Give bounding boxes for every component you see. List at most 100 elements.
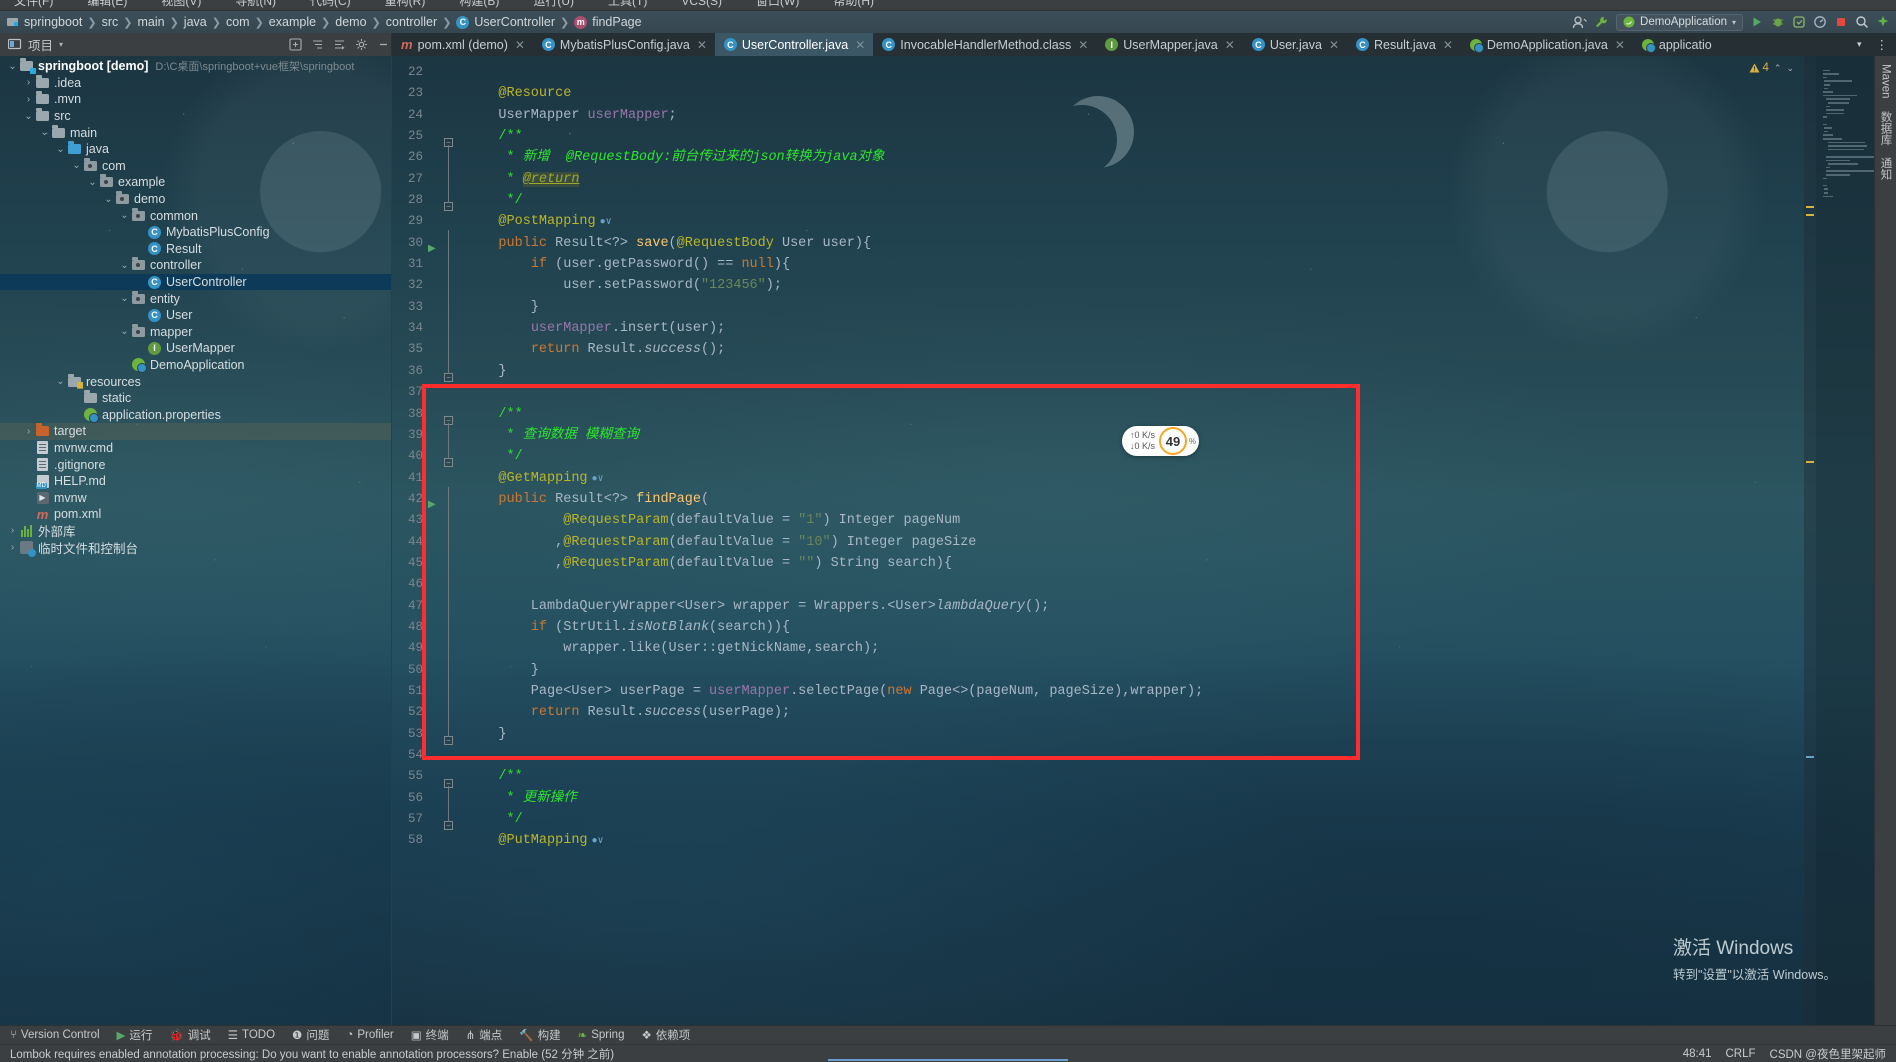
toolwindow-button-profiler[interactable]: ◔ Profiler <box>346 1029 393 1041</box>
editor-gutter[interactable]: 22 23 24 25 26 27 28 29 30 31 32 33 34 35 36 37 38 39 40 41… <box>392 56 466 1025</box>
editor-minimap[interactable] <box>1816 56 1874 1025</box>
code-line[interactable] <box>466 745 1804 766</box>
code-line[interactable]: return Result.success(userPage); <box>466 702 1804 723</box>
chevron-down-icon[interactable]: ⌄ <box>54 144 67 155</box>
tree-node--gitignore[interactable]: .gitignore <box>0 456 391 473</box>
chevron-down-icon[interactable]: ⌄ <box>6 61 19 72</box>
close-icon[interactable]: ✕ <box>1329 38 1339 52</box>
code-line[interactable]: /** <box>466 126 1804 147</box>
status-line-separator[interactable]: CRLF <box>1726 1048 1756 1060</box>
editor-tab-demoapplication[interactable]: DemoApplication.java ✕ <box>1461 33 1633 56</box>
tree-node-target[interactable]: › target <box>0 423 391 440</box>
code-line[interactable]: @GetMapping ●∨ <box>466 468 1804 489</box>
chevron-down-icon[interactable]: ⌄ <box>70 160 83 171</box>
user-account-icon[interactable] <box>1572 15 1587 29</box>
code-line[interactable] <box>466 62 1804 83</box>
chevron-down-icon[interactable]: ⌄ <box>118 326 131 337</box>
toolwindow-button-run[interactable]: ▶ 运行 <box>117 1027 153 1043</box>
settings-icon[interactable] <box>353 37 369 53</box>
status-message[interactable]: Lombok requires enabled annotation proce… <box>10 1046 614 1062</box>
tree-node-mapper[interactable]: ⌄ mapper <box>0 323 391 341</box>
breadcrumb-item-method[interactable]: m findPage <box>571 15 644 29</box>
run-method-gutter-icon[interactable]: ▶ <box>428 499 436 510</box>
breadcrumb-item-demo[interactable]: demo <box>332 15 369 29</box>
menu-item-build[interactable]: 构建(B) <box>459 0 499 7</box>
expand-all-icon[interactable] <box>287 37 303 53</box>
chevron-down-icon[interactable]: ⌄ <box>86 177 99 188</box>
tree-node-usermapper[interactable]: I UserMapper <box>0 340 391 357</box>
editor-tab-mybatisplusconfig[interactable]: C MybatisPlusConfig.java ✕ <box>533 33 715 56</box>
code-line[interactable]: /** <box>466 404 1804 425</box>
code-line[interactable]: @RequestParam(defaultValue = "1") Intege… <box>466 510 1804 531</box>
toolwindow-button-dependencies[interactable]: ❖ 依赖项 <box>641 1027 690 1043</box>
toolwindow-button-terminal[interactable]: ▣ 终端 <box>411 1027 449 1043</box>
toolwindow-button-database[interactable]: 数据库 <box>1878 111 1894 146</box>
menu-item-window[interactable]: 窗口(W) <box>756 0 799 7</box>
menu-bar[interactable]: 文件(F) 编辑(E) 视图(V) 导航(N) 代码(C) 重构(R) 构建(B… <box>0 0 1896 11</box>
breadcrumb-item-java[interactable]: java <box>181 15 210 29</box>
debug-icon[interactable] <box>1771 15 1785 29</box>
project-tree[interactable]: ⌄ springboot [demo] D:\C桌面\springboot+vue框… <box>0 56 392 1025</box>
code-line[interactable]: public Result<?> findPage( <box>466 489 1804 510</box>
menu-item-navigate[interactable]: 导航(N) <box>235 0 276 7</box>
toolwindow-button-problems[interactable]: ❶ 问题 <box>292 1027 329 1043</box>
tree-node-example[interactable]: ⌄ example <box>0 174 391 191</box>
tree-node-mvnw-cmd[interactable]: mvnw.cmd <box>0 440 391 457</box>
close-icon[interactable]: ✕ <box>1615 38 1625 52</box>
chevron-right-icon[interactable]: › <box>6 525 19 536</box>
code-line[interactable]: wrapper.like(User::getNickName,search); <box>466 638 1804 659</box>
tree-node-application-properties[interactable]: application.properties <box>0 406 391 424</box>
editor-tab-usercontroller[interactable]: C UserController.java ✕ <box>714 33 874 56</box>
stop-icon[interactable] <box>1834 15 1848 29</box>
breadcrumb-item-example[interactable]: example <box>266 15 319 29</box>
chevron-down-icon[interactable]: ⌄ <box>1786 63 1794 74</box>
wrench-icon[interactable] <box>1594 15 1609 29</box>
tab-list-button[interactable]: ▾ <box>1851 33 1868 56</box>
tree-node--idea[interactable]: › .idea <box>0 74 391 92</box>
tree-node-mvnw[interactable]: ▶ mvnw <box>0 489 391 506</box>
menu-item-view[interactable]: 视图(V) <box>161 0 201 7</box>
code-line[interactable]: */ <box>466 809 1804 830</box>
chevron-down-icon[interactable]: ⌄ <box>102 194 115 205</box>
ai-assistant-icon[interactable] <box>1876 15 1890 29</box>
tree-node-help-md[interactable]: HELP.md <box>0 473 391 490</box>
chevron-down-icon[interactable]: ⌄ <box>22 111 35 122</box>
toolwindow-button-spring[interactable]: ❧ Spring <box>578 1028 625 1042</box>
fold-marker[interactable]: − <box>444 821 453 831</box>
chevron-down-icon[interactable]: ⌄ <box>54 376 67 387</box>
code-line[interactable]: @Resource <box>466 83 1804 104</box>
code-line[interactable]: * 新增 @RequestBody:前台传过来的json转换为java对象 <box>466 147 1804 168</box>
tree-node-controller[interactable]: ⌄ controller <box>0 257 391 274</box>
fold-marker[interactable]: − <box>444 372 453 382</box>
tree-node-demoapplication[interactable]: DemoApplication <box>0 357 391 374</box>
tree-node-mybatisplusconfig[interactable]: C MybatisPlusConfig <box>0 224 391 241</box>
close-icon[interactable]: ✕ <box>855 38 865 52</box>
right-toolwindow-strip[interactable]: Maven 数据库 通知 <box>1874 56 1896 1025</box>
menu-item-code[interactable]: 代码(C) <box>310 0 351 7</box>
code-line[interactable]: /** <box>466 766 1804 787</box>
code-line[interactable]: return Result.success(); <box>466 339 1804 360</box>
tree-node--mvn[interactable]: › .mvn <box>0 91 391 108</box>
code-line[interactable]: @PostMapping ●∨ <box>466 211 1804 232</box>
menu-item-tools[interactable]: 工具(T) <box>608 0 647 7</box>
tree-node-demo[interactable]: ⌄ demo <box>0 191 391 208</box>
editor-tab-invocablehandlermethod[interactable]: C InvocableHandlerMethod.class ✕ <box>873 33 1096 56</box>
code-line[interactable]: } <box>466 660 1804 681</box>
close-icon[interactable]: ✕ <box>1078 38 1088 52</box>
close-icon[interactable]: ✕ <box>1225 38 1235 52</box>
tab-options-button[interactable]: ⋮ <box>1868 33 1896 56</box>
code-line[interactable]: user.setPassword("123456"); <box>466 275 1804 296</box>
run-icon[interactable] <box>1750 15 1764 29</box>
run-configuration-selector[interactable]: DemoApplication ▾ <box>1616 13 1743 31</box>
search-icon[interactable] <box>1855 15 1869 29</box>
tree-node-entity[interactable]: ⌄ entity <box>0 290 391 307</box>
run-method-gutter-icon[interactable]: ▶ <box>428 243 436 254</box>
chevron-right-icon[interactable]: › <box>22 426 35 437</box>
chevron-down-icon[interactable]: ⌄ <box>118 210 131 221</box>
chevron-right-icon[interactable]: › <box>22 94 35 105</box>
toolwindow-button-todo[interactable]: ☰ TODO <box>228 1028 275 1042</box>
bottom-toolwindow-bar[interactable]: ⑂ Version Control ▶ 运行 🐞 调试 ☰ TODO ❶ 问题 … <box>0 1025 1896 1044</box>
breadcrumb-item-class[interactable]: C UserController <box>453 15 558 29</box>
toolwindow-button-version-control[interactable]: ⑂ Version Control <box>10 1029 100 1041</box>
code-line[interactable]: ,@RequestParam(defaultValue = "") String… <box>466 553 1804 574</box>
